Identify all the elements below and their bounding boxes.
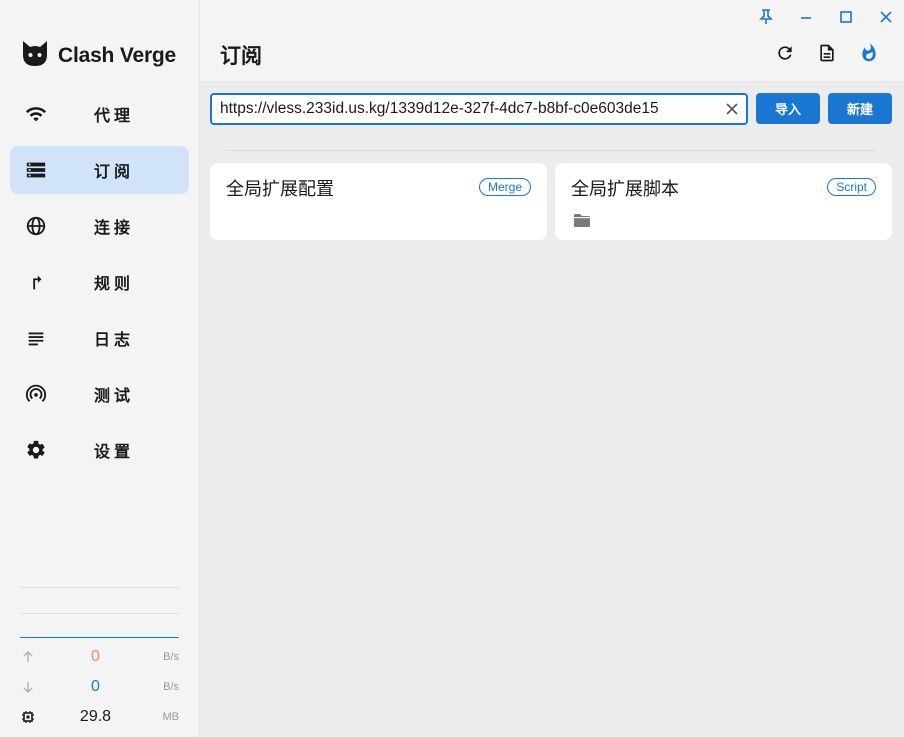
subscription-url-input[interactable] (220, 100, 718, 118)
import-button[interactable]: 导入 (756, 93, 820, 124)
sidebar-item-label: 连接 (94, 220, 135, 237)
arrow-down-icon (20, 680, 36, 694)
sidebar-item-profiles[interactable]: 订阅 (10, 146, 189, 194)
storage-icon (10, 159, 62, 181)
cat-logo-icon (20, 38, 50, 73)
lines-icon (10, 327, 62, 349)
sidebar-item-connections[interactable]: 连接 (10, 202, 189, 250)
sidebar-divider (20, 613, 179, 614)
sidebar-item-label: 测试 (94, 388, 135, 405)
global-script-card[interactable]: 全局扩展脚本 Script (555, 163, 892, 240)
sidebar-item-test[interactable]: 测试 (10, 370, 189, 418)
fork-arrow-icon (10, 271, 62, 293)
main-content: 导入 新建 全局扩展配置 Merge 全局扩展脚本 Script (200, 82, 904, 737)
page-title: 订阅 (220, 45, 262, 68)
globe-icon (10, 215, 62, 237)
minimize-icon[interactable] (796, 6, 816, 28)
sidebar-item-rules[interactable]: 规则 (10, 258, 189, 306)
radar-icon (10, 383, 62, 405)
upload-value: 0 (91, 648, 100, 665)
sidebar-item-label: 日志 (94, 332, 135, 349)
sidebar-item-label: 代理 (94, 108, 135, 125)
clear-icon[interactable] (718, 103, 746, 115)
upload-unit: B/s (163, 651, 179, 663)
card-type-badge: Merge (478, 178, 531, 196)
sidebar-item-settings[interactable]: 设置 (10, 426, 189, 474)
sidebar-item-label: 订阅 (94, 164, 135, 181)
gear-icon (10, 439, 62, 461)
sidebar: Clash Verge 代理 订阅 连接 规则 日志 测试 设置 0 B/s 0… (0, 0, 200, 737)
memory-value: 29.8 (79, 708, 112, 725)
folder-icon[interactable] (573, 212, 591, 233)
sidebar-item-logs[interactable]: 日志 (10, 314, 189, 362)
memory-unit: MB (162, 711, 180, 723)
header-actions (774, 40, 880, 66)
fire-icon[interactable] (858, 40, 880, 66)
app-logo: Clash Verge (20, 38, 176, 73)
wifi-icon (10, 103, 62, 125)
card-type-badge: Script (827, 178, 876, 196)
content-divider (226, 150, 876, 151)
sidebar-nav: 代理 订阅 连接 规则 日志 测试 设置 (10, 90, 189, 482)
chip-icon (20, 710, 36, 724)
document-icon[interactable] (816, 40, 838, 66)
window-controls (756, 6, 896, 28)
new-button[interactable]: 新建 (828, 93, 892, 124)
upload-speed: 0 B/s (20, 647, 179, 667)
maximize-icon[interactable] (836, 6, 856, 28)
memory-usage: 29.8 MB (20, 707, 179, 727)
subscription-url-field[interactable] (210, 93, 748, 125)
sidebar-item-proxies[interactable]: 代理 (10, 90, 189, 138)
pin-icon[interactable] (756, 6, 776, 28)
app-name: Clash Verge (58, 43, 177, 67)
traffic-graph-line (20, 637, 179, 638)
download-value: 0 (91, 678, 100, 695)
refresh-icon[interactable] (774, 40, 796, 66)
card-title: 全局扩展配置 (226, 179, 334, 199)
download-speed: 0 B/s (20, 677, 179, 697)
sidebar-item-label: 规则 (94, 276, 135, 293)
global-merge-card[interactable]: 全局扩展配置 Merge (210, 163, 547, 240)
sidebar-item-label: 设置 (94, 444, 135, 461)
arrow-up-icon (20, 650, 36, 664)
download-unit: B/s (163, 681, 179, 693)
sidebar-divider (20, 587, 179, 588)
close-icon[interactable] (876, 6, 896, 28)
card-title: 全局扩展脚本 (571, 179, 679, 199)
